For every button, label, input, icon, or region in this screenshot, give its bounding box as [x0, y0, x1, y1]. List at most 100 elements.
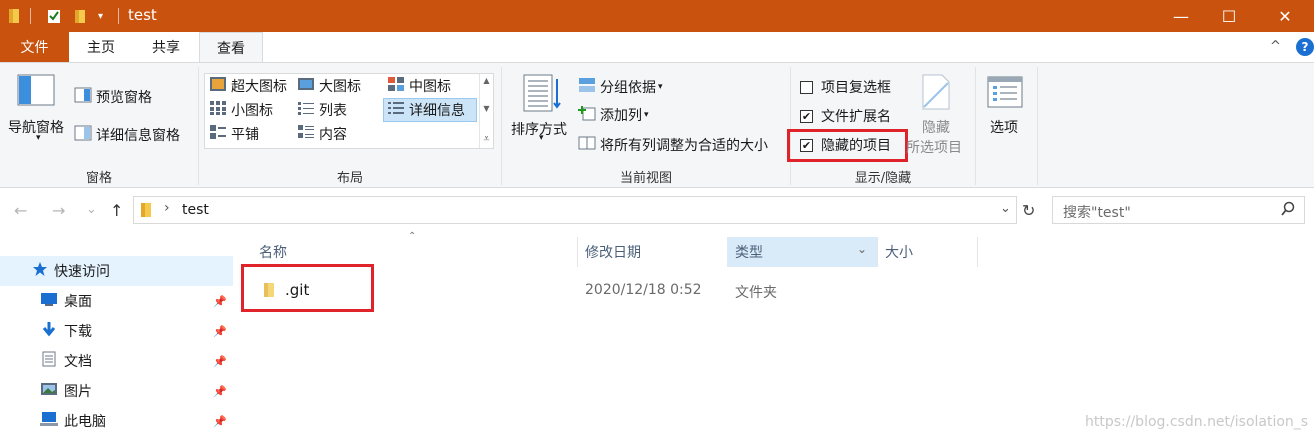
- recent-locations-button[interactable]: ⌄: [86, 202, 97, 217]
- nav-item-pictures[interactable]: 图片 📌: [0, 376, 233, 406]
- nav-item-documents[interactable]: 文档 📌: [0, 346, 233, 376]
- navigation-pane: 快速访问 桌面 📌 下载 📌 文档 📌 图片 📌 此电脑 📌: [0, 233, 237, 442]
- nav-item-downloads[interactable]: 下载 📌: [0, 316, 233, 346]
- layout-content[interactable]: 内容: [297, 124, 347, 144]
- pin-icon[interactable]: 📌: [213, 355, 227, 368]
- details-pane-button[interactable]: 详细信息窗格: [74, 125, 180, 145]
- tab-file[interactable]: 文件: [0, 32, 69, 62]
- maximize-button[interactable]: ☐: [1206, 0, 1252, 32]
- pin-icon[interactable]: 📌: [213, 415, 227, 428]
- layout-list[interactable]: 列表: [297, 100, 347, 120]
- details-icon: [387, 100, 405, 120]
- properties-check-icon[interactable]: [46, 6, 62, 26]
- hide-selected-icon[interactable]: [920, 73, 952, 111]
- new-folder-icon[interactable]: [74, 6, 88, 26]
- search-box[interactable]: 搜索"test": [1052, 196, 1305, 224]
- size-columns-icon: [578, 135, 596, 155]
- content-icon: [297, 124, 315, 144]
- computer-icon: [40, 411, 58, 431]
- column-header-name[interactable]: 名称: [251, 237, 577, 267]
- hidden-items-highlight: [787, 129, 908, 162]
- download-icon: [40, 321, 58, 341]
- scroll-up-icon[interactable]: ▲: [483, 76, 489, 85]
- ribbon: 导航窗格 ▾ 预览窗格 详细信息窗格 窗格 超大图标 大图标 中图标 小图标 列…: [0, 62, 1314, 188]
- ribbon-tabs: 文件 主页 共享 查看 ^ ?: [0, 32, 1314, 63]
- options-icon[interactable]: [986, 75, 1024, 109]
- layout-large-icons[interactable]: 大图标: [297, 76, 361, 96]
- small-icons-icon: [209, 100, 227, 120]
- column-dropdown-icon[interactable]: ⌄: [857, 242, 867, 256]
- pin-icon[interactable]: 📌: [213, 295, 227, 308]
- address-dropdown-icon[interactable]: ⌄: [1000, 201, 1011, 216]
- expand-gallery-icon[interactable]: ⩡: [483, 132, 489, 146]
- nav-item-desktop[interactable]: 桌面 📌: [0, 286, 233, 316]
- preview-pane-button[interactable]: 预览窗格: [74, 87, 152, 107]
- column-header-date-modified[interactable]: 修改日期: [577, 237, 727, 267]
- hide-selected-label-2: 所选项目: [906, 140, 962, 156]
- minimize-button[interactable]: —: [1158, 0, 1204, 32]
- add-columns-icon: [578, 105, 596, 125]
- item-check-boxes-toggle[interactable]: 项目复选框: [800, 77, 891, 97]
- nav-item-this-pc[interactable]: 此电脑 📌: [0, 406, 233, 436]
- address-row: ← → ⌄ ↑ › test ⌄ ↻ 搜索"test": [0, 189, 1314, 233]
- forward-button[interactable]: →: [52, 201, 65, 220]
- size-all-columns-button[interactable]: 将所有列调整为合适的大小: [578, 135, 768, 155]
- nav-item-quick-access[interactable]: 快速访问: [0, 256, 233, 286]
- pictures-icon: [40, 381, 58, 401]
- document-icon: [40, 351, 58, 371]
- file-name-extensions-toggle[interactable]: ✔ 文件扩展名: [800, 106, 891, 126]
- column-header-size[interactable]: 大小: [877, 237, 977, 267]
- group-by-button[interactable]: 分组依据 ▾: [578, 77, 663, 97]
- navigation-pane-icon[interactable]: [16, 73, 56, 107]
- path-separator[interactable]: ›: [164, 200, 170, 216]
- group-label-current-view: 当前视图: [619, 171, 672, 186]
- watermark: https://blog.csdn.net/isolation_s: [1085, 414, 1309, 430]
- search-icon[interactable]: [1281, 201, 1295, 221]
- hide-selected-label-1: 隐藏: [922, 120, 950, 136]
- pin-icon[interactable]: 📌: [213, 325, 227, 338]
- file-name-extensions-checkbox[interactable]: ✔: [800, 109, 813, 123]
- group-by-icon: [578, 77, 596, 97]
- tiles-icon: [209, 124, 227, 144]
- customize-dropdown-icon[interactable]: ▾: [98, 6, 103, 26]
- item-check-boxes-checkbox[interactable]: [800, 80, 813, 94]
- address-box[interactable]: › test ⌄: [133, 196, 1017, 224]
- tab-view[interactable]: 查看: [199, 32, 263, 63]
- layout-gallery: 超大图标 大图标 中图标 小图标 列表 详细信息 平铺 内容 ▲ ▼ ⩡: [204, 73, 494, 149]
- layout-details[interactable]: 详细信息: [387, 100, 465, 120]
- search-input[interactable]: 搜索"test": [1063, 202, 1131, 222]
- details-pane-icon: [74, 125, 92, 145]
- column-header-type[interactable]: 类型 ⌄: [727, 237, 877, 267]
- layout-tiles[interactable]: 平铺: [209, 124, 259, 144]
- tab-share[interactable]: 共享: [133, 32, 199, 62]
- window-title: test: [128, 6, 157, 24]
- refresh-icon[interactable]: ↻: [1022, 201, 1035, 220]
- chevron-down-icon: ▾: [644, 110, 649, 120]
- chevron-down-icon: ▾: [539, 133, 544, 143]
- up-button[interactable]: ↑: [110, 201, 123, 220]
- list-icon: [297, 100, 315, 120]
- layout-scroll[interactable]: ▲ ▼ ⩡: [479, 74, 493, 148]
- layout-small-icons[interactable]: 小图标: [209, 100, 273, 120]
- tab-home[interactable]: 主页: [69, 32, 133, 62]
- back-button[interactable]: ←: [14, 201, 27, 220]
- main-area: 快速访问 桌面 📌 下载 📌 文档 📌 图片 📌 此电脑 📌 ⌃ 名称 修改日期…: [0, 231, 1314, 442]
- layout-extra-large-icons[interactable]: 超大图标: [209, 76, 287, 96]
- close-button[interactable]: ✕: [1262, 0, 1308, 32]
- scroll-down-icon[interactable]: ▼: [483, 104, 489, 113]
- git-folder-highlight: [241, 264, 374, 312]
- medium-icons-icon: [387, 76, 405, 96]
- help-icon[interactable]: ?: [1296, 38, 1314, 56]
- folder-icon: [8, 6, 22, 26]
- sort-by-icon[interactable]: [522, 73, 562, 113]
- layout-medium-icons[interactable]: 中图标: [387, 76, 451, 96]
- options-button[interactable]: 选项: [990, 117, 1018, 137]
- large-icons-icon: [297, 76, 315, 96]
- add-columns-button[interactable]: 添加列 ▾: [578, 105, 649, 125]
- group-label-layout: 布局: [336, 171, 363, 186]
- table-row[interactable]: .git 2020/12/18 0:52 文件夹: [245, 277, 1225, 305]
- title-bar: ▾ test — ☐ ✕: [0, 0, 1314, 32]
- breadcrumb-test[interactable]: test: [182, 202, 209, 218]
- pin-icon[interactable]: 📌: [213, 385, 227, 398]
- collapse-ribbon-icon[interactable]: ^: [1270, 39, 1281, 54]
